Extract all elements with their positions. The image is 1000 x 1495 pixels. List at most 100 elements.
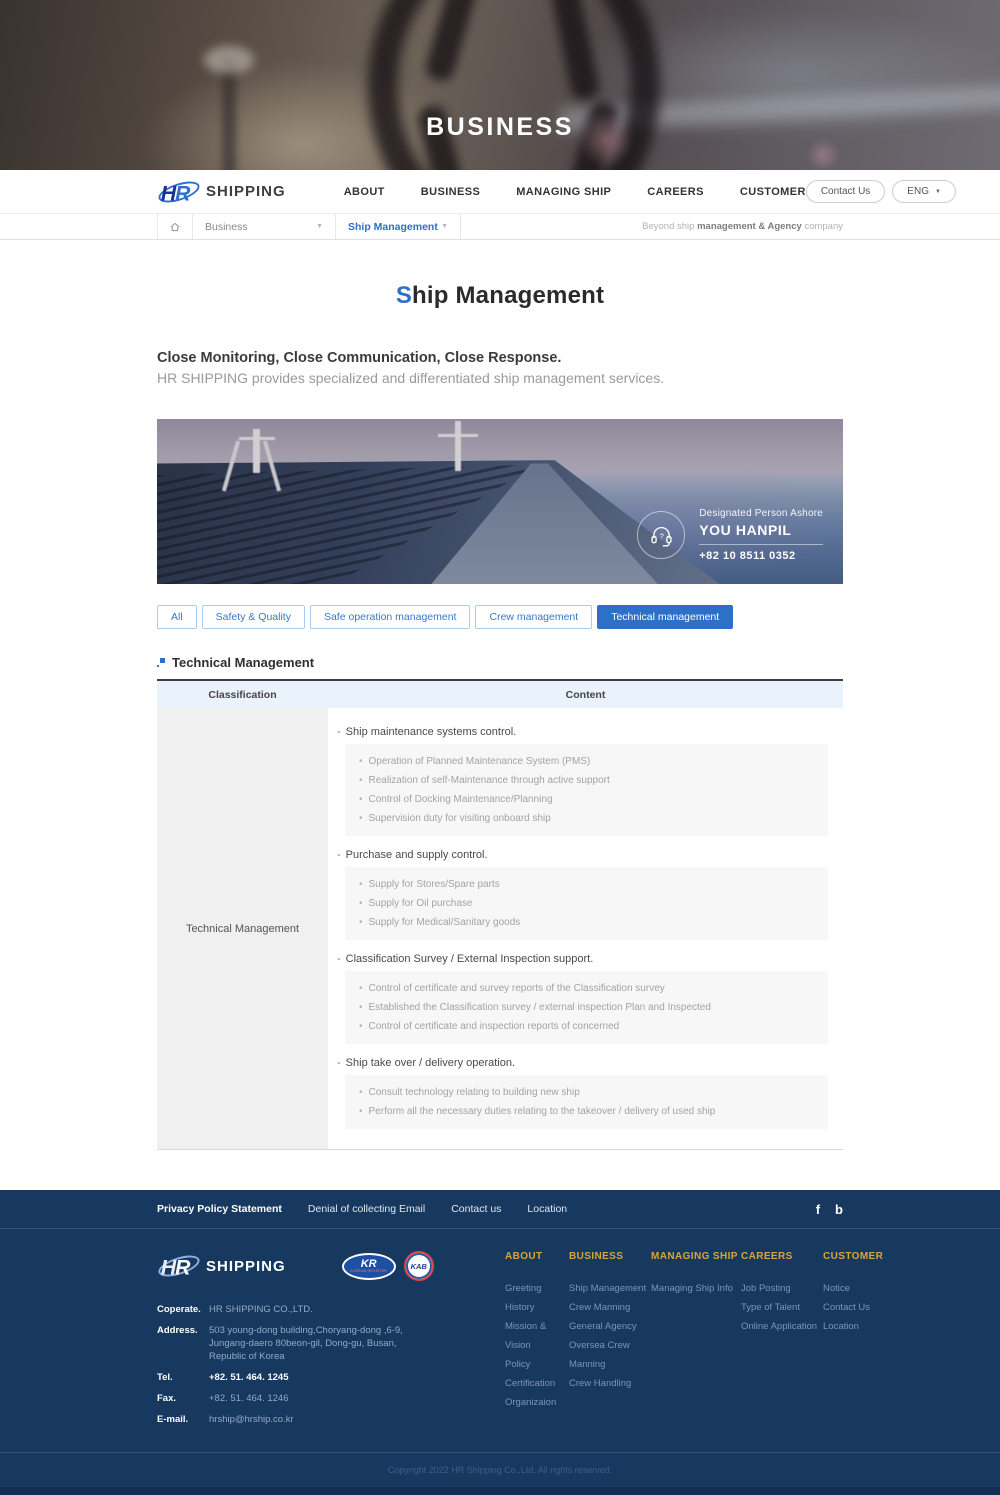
kab-badge: KAB (404, 1251, 434, 1281)
breadcrumb-level2-dropdown[interactable]: Ship Management ▼ (336, 214, 461, 239)
footer-nav-link[interactable]: Ship Management (569, 1279, 651, 1298)
footer-col-title: ABOUT (505, 1251, 569, 1262)
group-title: -Ship take over / delivery operation. (337, 1056, 828, 1070)
group-title: -Purchase and supply control. (337, 848, 828, 862)
home-button[interactable] (157, 214, 193, 239)
kr-badge: KR KOREAN REGISTER (342, 1253, 396, 1280)
info-value: HR SHIPPING CO.,LTD. (209, 1303, 431, 1316)
bullet-marker: • (359, 898, 363, 909)
bullet-marker: • (359, 756, 363, 767)
list-item: •Control of certificate and survey repor… (359, 979, 814, 998)
dpa-role-label: Designated Person Ashore (699, 508, 823, 519)
footer-col-title: CAREERS (741, 1251, 823, 1262)
footer-col-title: CUSTOMER (823, 1251, 875, 1262)
tab-safe-operation[interactable]: Safe operation management (310, 605, 471, 629)
facebook-icon[interactable]: f (816, 1203, 820, 1216)
group-title: -Classification Survey / External Inspec… (337, 952, 828, 966)
breadcrumb: Business ▼ Ship Management ▼ Beyond ship… (0, 213, 1000, 240)
footer-nav-link[interactable]: Crew Handling (569, 1374, 651, 1393)
logo[interactable]: H R SHIPPING (157, 177, 286, 207)
nav-item-managing-ship[interactable]: MANAGING SHIP (516, 186, 611, 198)
page-title: Ship Management (157, 282, 843, 310)
info-value-tel: +82. 51. 464. 1245 (209, 1371, 431, 1384)
footer-link-privacy[interactable]: Privacy Policy Statement (157, 1203, 282, 1215)
info-row: Coperate. HR SHIPPING CO.,LTD. (157, 1303, 479, 1316)
bullet-marker: • (359, 879, 363, 890)
nav-item-careers[interactable]: CAREERS (647, 186, 704, 198)
group-items-box: •Control of certificate and survey repor… (345, 971, 828, 1044)
list-item: • Established the Classification survey /… (359, 998, 814, 1017)
footer-nav-link[interactable]: Greeting (505, 1279, 569, 1298)
footer-col-careers: CAREERS Job Posting Type of Talent Onlin… (741, 1251, 823, 1434)
footer-nav-link[interactable]: History (505, 1298, 569, 1317)
footer-link-location[interactable]: Location (527, 1203, 567, 1215)
group-items-box: • Consult technology relating to building… (345, 1075, 828, 1129)
footer-nav-link[interactable]: Oversea Crew Manning (569, 1336, 651, 1374)
section-bullet-icon (157, 658, 165, 668)
tab-technical-management[interactable]: Technical management (597, 605, 733, 629)
info-label: Address. (157, 1324, 209, 1363)
footer-nav-link[interactable]: Certification (505, 1374, 569, 1393)
breadcrumb-level2-label: Ship Management (348, 221, 438, 233)
language-label: ENG (907, 186, 929, 197)
certification-badges: KR KOREAN REGISTER KAB (342, 1251, 434, 1281)
tab-safety-quality[interactable]: Safety & Quality (202, 605, 305, 629)
footer-nav-link[interactable]: Online Application (741, 1317, 823, 1336)
kr-badge-text: KR (361, 1259, 377, 1269)
footer-nav-link[interactable]: General Agency (569, 1317, 651, 1336)
footer-nav-link[interactable]: Policy (505, 1355, 569, 1374)
footer-nav-link[interactable]: Notice (823, 1279, 875, 1298)
language-selector[interactable]: ENG ▼ (892, 180, 956, 203)
classification-cell: Technical Management (157, 708, 328, 1149)
intro-headline: Close Monitoring, Close Communication, C… (157, 350, 843, 366)
dash-marker: - (337, 1057, 341, 1069)
list-item-text: Consult technology relating to building … (369, 1087, 580, 1098)
bullet-marker: • (359, 1087, 363, 1098)
footer-nav-link[interactable]: Mission & Vision (505, 1317, 569, 1355)
footer-nav-link[interactable]: Type of Talent (741, 1298, 823, 1317)
breadcrumb-level1-dropdown[interactable]: Business ▼ (193, 214, 336, 239)
banner-bokeh-light (204, 46, 254, 74)
footer-link-email-denial[interactable]: Denial of collecting Email (308, 1203, 425, 1215)
dash-marker: - (337, 726, 341, 738)
company-info: Coperate. HR SHIPPING CO.,LTD. Address. … (157, 1303, 479, 1426)
section-title-text: Technical Management (172, 655, 314, 670)
group-items-box: •Supply for Stores/Spare parts •Supply f… (345, 867, 828, 940)
footer-nav-link[interactable]: Organizaion (505, 1393, 569, 1412)
bullet-marker: • (359, 775, 363, 786)
list-item-text: Supply for Medical/Sanitary goods (369, 917, 521, 928)
list-item-text: Established the Classification survey / … (369, 1002, 711, 1013)
list-item-text: Realization of self-Maintenance through … (369, 775, 610, 786)
logo-wordmark: SHIPPING (206, 183, 286, 200)
blog-icon[interactable]: b (835, 1203, 843, 1216)
section-title: Technical Management (157, 655, 843, 670)
info-value-email[interactable]: hrship@hrship.co.kr (209, 1413, 431, 1426)
bullet-marker: • (359, 794, 363, 805)
tagline-bold: management & Agency (697, 221, 802, 232)
tab-all[interactable]: All (157, 605, 197, 629)
tab-crew-management[interactable]: Crew management (475, 605, 592, 629)
footer-logo-hr-icon: H R (157, 1251, 201, 1281)
contact-us-button[interactable]: Contact Us (806, 180, 885, 203)
footer-logo-wordmark: SHIPPING (206, 1258, 286, 1275)
chevron-down-icon: ▼ (316, 223, 323, 230)
nav-item-business[interactable]: BUSINESS (421, 186, 480, 198)
footer-nav-link[interactable]: Crew Manning (569, 1298, 651, 1317)
dpa-divider (699, 544, 823, 545)
footer-col-title: MANAGING SHIP (651, 1251, 741, 1262)
footer-logo[interactable]: H R SHIPPING (157, 1251, 286, 1281)
list-item-text: Supervision duty for visiting onboard sh… (369, 813, 551, 824)
nav-item-customer[interactable]: CUSTOMER (740, 186, 806, 198)
footer-nav-link[interactable]: Managing Ship Info (651, 1279, 741, 1298)
info-value: +82. 51. 464. 1246 (209, 1392, 431, 1405)
footer-nav-link[interactable]: Location (823, 1317, 875, 1336)
bullet-marker: • (359, 1002, 363, 1013)
footer-nav-link[interactable]: Job Posting (741, 1279, 823, 1298)
info-label: Coperate. (157, 1303, 209, 1316)
content-group: -Classification Survey / External Inspec… (337, 952, 828, 1044)
footer-nav-link[interactable]: Contact Us (823, 1298, 875, 1317)
nav-item-about[interactable]: ABOUT (344, 186, 385, 198)
footer-col-customer: CUSTOMER Notice Contact Us Location (823, 1251, 875, 1434)
banner-title: BUSINESS (0, 113, 1000, 142)
footer-link-contact[interactable]: Contact us (451, 1203, 501, 1215)
